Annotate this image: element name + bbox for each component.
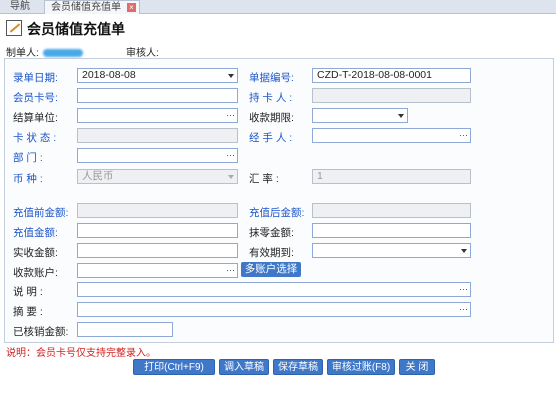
card-status-label: 卡 状 态 : [13, 132, 57, 144]
more-icon[interactable]: ··· [226, 109, 235, 122]
approve-button[interactable]: 审核过账(F8) [327, 359, 395, 375]
currency-label: 币 种 : [13, 173, 43, 185]
remark-field[interactable]: ··· [77, 282, 471, 297]
tab-label: 会员储值充值单 [51, 2, 121, 13]
received-amount-label: 实收金额: [13, 247, 58, 259]
more-icon[interactable]: ··· [459, 129, 468, 142]
received-amount-field[interactable] [77, 243, 238, 258]
holder-label: 持 卡 人 : [249, 92, 293, 104]
pay-term-select[interactable] [312, 108, 408, 123]
rate-field[interactable]: 1 [312, 169, 471, 184]
account-label: 收款账户: [13, 267, 58, 279]
save-draft-button[interactable]: 保存草稿 [273, 359, 323, 375]
chevron-down-icon[interactable] [228, 74, 234, 78]
currency-value: 人民币 [82, 170, 114, 182]
edit-icon [6, 20, 22, 36]
summary-label: 摘 要 : [13, 306, 43, 318]
note-text: 说明：会员卡号仅支持完整录入。 [6, 348, 156, 359]
close-icon[interactable]: × [127, 3, 136, 12]
after-amount-field[interactable] [312, 203, 471, 218]
handler-field[interactable]: ··· [312, 128, 471, 143]
date-value: 2018-08-08 [82, 69, 136, 81]
valid-until-label: 有效期到: [249, 247, 294, 259]
chevron-down-icon[interactable] [461, 249, 467, 253]
tab-member-recharge[interactable]: 会员储值充值单 × [44, 0, 140, 14]
dept-label: 部 门 : [13, 152, 43, 164]
creator-field: 制单人: [6, 44, 83, 59]
pay-term-label: 收款期限: [249, 112, 294, 124]
settle-unit-field[interactable]: ··· [77, 108, 238, 123]
currency-select[interactable]: 人民币 [77, 169, 238, 184]
written-off-field[interactable] [77, 322, 173, 337]
rate-label: 汇 率 : [249, 173, 279, 185]
bill-no-value: CZD-T-2018-08-08-0001 [317, 69, 432, 81]
card-no-label: 会员卡号: [13, 92, 58, 104]
date-field[interactable]: 2018-08-08 [77, 68, 238, 83]
written-off-label: 已核销金额: [13, 326, 69, 338]
print-button[interactable]: 打印(Ctrl+F9) [133, 359, 215, 375]
page-title: 会员储值充值单 [6, 19, 125, 39]
date-label: 录单日期: [13, 72, 58, 84]
bill-no-label: 单据编号: [249, 72, 294, 84]
bill-no-field[interactable]: CZD-T-2018-08-08-0001 [312, 68, 471, 83]
card-status-field[interactable] [77, 128, 238, 143]
close-button[interactable]: 关 闭 [399, 359, 435, 375]
remark-label: 说 明 : [13, 286, 43, 298]
creator-value-redacted [42, 49, 83, 57]
multi-account-button[interactable]: 多账户选择 [241, 262, 301, 277]
page-title-text: 会员储值充值单 [27, 21, 125, 37]
before-amount-label: 充值前金额: [13, 207, 69, 219]
card-no-field[interactable] [77, 88, 238, 103]
more-icon[interactable]: ··· [459, 283, 468, 296]
rate-value: 1 [317, 170, 323, 182]
wipe-amount-field[interactable] [312, 223, 471, 238]
dept-field[interactable]: ··· [77, 148, 238, 163]
tab-navigation[interactable]: 导航 [4, 0, 36, 13]
handler-label: 经 手 人 : [249, 132, 293, 144]
chevron-down-icon[interactable] [398, 114, 404, 118]
wipe-amount-label: 抹零金额: [249, 227, 294, 239]
after-amount-label: 充值后金额: [249, 207, 305, 219]
settle-unit-label: 结算单位: [13, 112, 58, 124]
charge-amount-field[interactable] [77, 223, 238, 238]
more-icon[interactable]: ··· [459, 303, 468, 316]
summary-field[interactable]: ··· [77, 302, 471, 317]
more-icon[interactable]: ··· [226, 149, 235, 162]
tab-bar: 导航 会员储值充值单 × [0, 0, 556, 14]
reviewer-label: 审核人: [126, 48, 159, 59]
load-draft-button[interactable]: 调入草稿 [219, 359, 269, 375]
valid-until-select[interactable] [312, 243, 471, 258]
before-amount-field[interactable] [77, 203, 238, 218]
form-panel: 录单日期: 2018-08-08 单据编号: CZD-T-2018-08-08-… [4, 58, 554, 343]
account-field[interactable]: ··· [77, 263, 238, 278]
chevron-down-icon[interactable] [228, 175, 234, 179]
more-icon[interactable]: ··· [226, 264, 235, 277]
charge-amount-label: 充值金额: [13, 227, 58, 239]
holder-field[interactable] [312, 88, 471, 103]
